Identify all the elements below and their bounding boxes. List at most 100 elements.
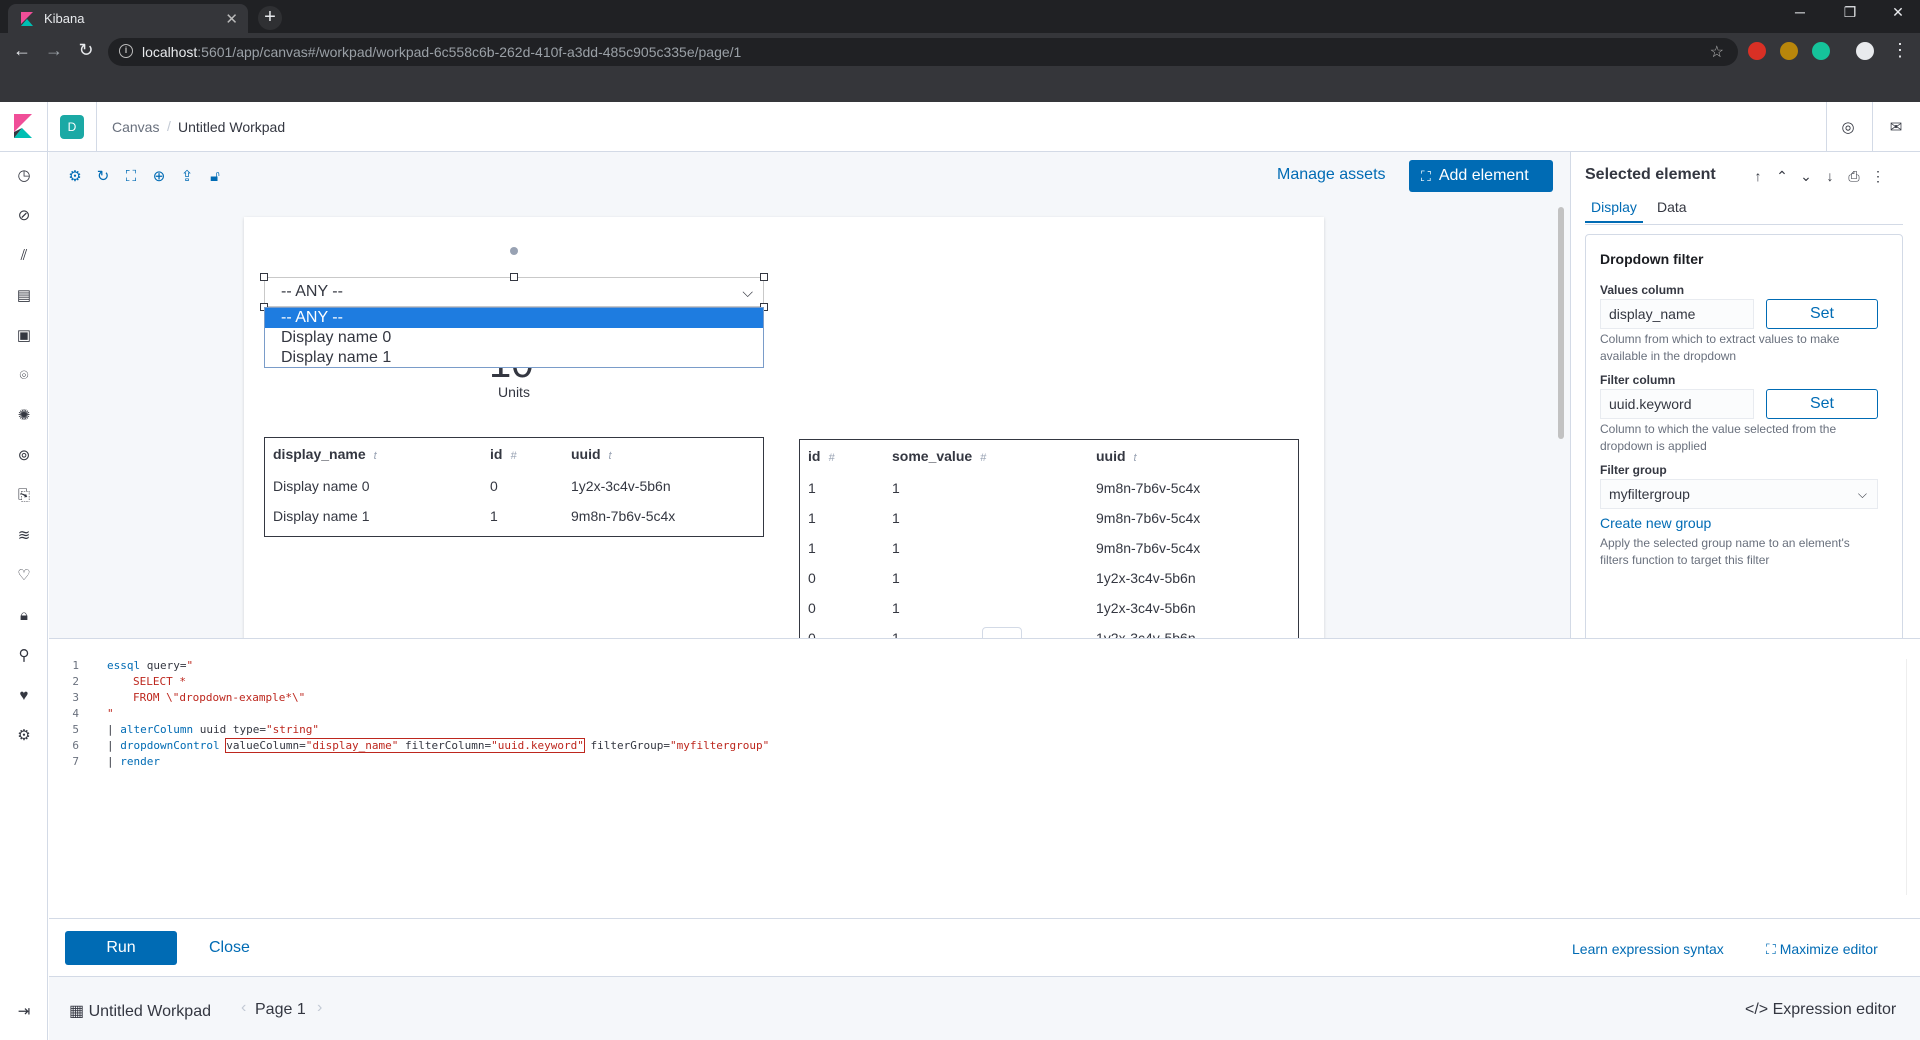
browser-tab[interactable]: Kibana ✕ <box>8 4 248 33</box>
discover-icon[interactable]: ⊘ <box>14 206 34 226</box>
browser-chrome: Kibana ✕ + ─ ❐ ✕ ← → ↻ i localhost:5601/… <box>0 0 1920 102</box>
workpad-pages-button[interactable]: ▦ Untitled Workpad <box>69 1001 211 1021</box>
refresh-icon[interactable]: ↻ <box>93 167 113 187</box>
rotation-handle[interactable] <box>510 247 518 255</box>
filter-group-label: Filter group <box>1600 463 1667 477</box>
table-cell: 0 <box>808 600 816 616</box>
monitoring-icon[interactable]: ♥ <box>14 686 34 706</box>
bring-to-front-icon[interactable]: ↑ <box>1751 168 1765 184</box>
recent-icon[interactable]: ◷ <box>14 166 34 186</box>
learn-syntax-link[interactable]: Learn expression syntax <box>1572 941 1724 957</box>
line-number: 7 <box>72 755 79 768</box>
extension-icon[interactable] <box>1780 42 1798 60</box>
table-header[interactable]: uuid t <box>571 446 612 462</box>
menu-dots-icon[interactable]: ⋮ <box>1888 40 1912 61</box>
resize-handle[interactable] <box>260 273 268 281</box>
table-cell: 9m8n-7b6v-5c4x <box>1096 510 1201 526</box>
restore-icon[interactable]: ❐ <box>1830 4 1870 21</box>
more-options-icon[interactable]: ⋮ <box>1871 168 1885 185</box>
siem-icon[interactable]: 🔒︎ <box>14 606 34 626</box>
settings-icon[interactable]: ⚙ <box>65 167 85 187</box>
visualize-icon[interactable]: ⫽ <box>14 246 34 266</box>
values-column-input[interactable]: display_name <box>1600 299 1754 329</box>
manage-assets-button[interactable]: Manage assets <box>1277 166 1386 184</box>
header-divider <box>96 102 97 152</box>
resize-handle[interactable] <box>510 273 518 281</box>
table-header[interactable]: display_name t <box>273 446 377 462</box>
share-icon[interactable]: ⇪ <box>177 167 197 187</box>
reload-icon[interactable]: ↻ <box>74 40 98 61</box>
logs-icon[interactable]: ⎘ <box>14 486 34 506</box>
expression-editor[interactable]: 1 essql query=" 2 SELECT * 3 FROM \"dropdow… <box>49 638 1920 918</box>
table-cell: 1y2x-3c4v-5b6n <box>1096 630 1196 638</box>
table-cell: 0 <box>808 630 816 638</box>
add-element-icon: ⛶ <box>1421 167 1431 184</box>
site-info-icon[interactable]: i <box>119 44 133 58</box>
extension-icon[interactable] <box>1748 42 1766 60</box>
previous-page-icon[interactable]: ‹ <box>241 999 246 1017</box>
next-page-icon[interactable]: › <box>317 999 322 1017</box>
editor-scrollbar[interactable] <box>1906 659 1920 895</box>
canvas-icon[interactable]: ▣ <box>14 326 34 346</box>
dropdown-option[interactable]: Display name 1 <box>265 348 763 368</box>
send-to-back-icon[interactable]: ↓ <box>1823 168 1837 184</box>
profile-icon[interactable] <box>1856 42 1874 60</box>
zoom-icon[interactable]: ⊕ <box>149 167 169 187</box>
table-cell: 1 <box>892 480 900 496</box>
table-header[interactable]: some_value # <box>892 448 986 464</box>
space-avatar[interactable]: D <box>60 115 84 139</box>
address-bar[interactable]: i localhost:5601/app/canvas#/workpad/wor… <box>108 38 1738 66</box>
back-icon[interactable]: ← <box>10 40 34 61</box>
forward-icon[interactable]: → <box>42 40 66 61</box>
table-header[interactable]: id # <box>808 448 835 464</box>
dropdown-option[interactable]: -- ANY -- <box>265 308 763 328</box>
filter-column-input[interactable]: uuid.keyword <box>1600 389 1754 419</box>
table-header[interactable]: uuid t <box>1096 448 1137 464</box>
collapse-editor-icon[interactable]: ⌵ <box>982 627 1022 638</box>
minimize-icon[interactable]: ─ <box>1780 4 1820 20</box>
newsfeed-icon[interactable]: ✉ <box>1887 118 1905 136</box>
url-path: :5601/app/canvas#/workpad/workpad-6c558c… <box>197 44 742 60</box>
apm-icon[interactable]: ≋ <box>14 526 34 546</box>
management-icon[interactable]: ⚙ <box>14 726 34 746</box>
dev-tools-icon[interactable]: ⚲ <box>14 646 34 666</box>
table-header[interactable]: id # <box>490 446 517 462</box>
values-column-set-button[interactable]: Set <box>1766 299 1878 329</box>
uptime-icon[interactable]: ♡ <box>14 566 34 586</box>
bring-forward-icon[interactable]: ⌃ <box>1775 168 1789 185</box>
dashboard-icon[interactable]: ▤ <box>14 286 34 306</box>
send-backward-icon[interactable]: ⌄ <box>1799 168 1813 185</box>
dropdown-filter[interactable]: -- ANY -- ⌵ <box>264 277 764 307</box>
collapse-nav-icon[interactable]: ⇥ <box>14 1002 34 1022</box>
create-new-group-link[interactable]: Create new group <box>1600 515 1711 531</box>
filter-column-set-button[interactable]: Set <box>1766 389 1878 419</box>
breadcrumb-canvas[interactable]: Canvas <box>112 119 159 135</box>
save-element-icon[interactable]: ⎙ <box>1847 168 1861 185</box>
maps-icon[interactable]: ⌾ <box>14 366 34 386</box>
run-button[interactable]: Run <box>65 931 177 965</box>
add-element-button[interactable]: ⛶ Add element <box>1409 160 1553 192</box>
resize-handle[interactable] <box>760 273 768 281</box>
ml-icon[interactable]: ✺ <box>14 406 34 426</box>
grammarly-icon[interactable] <box>1812 42 1830 60</box>
filter-group-select[interactable]: myfiltergroup ⌵ <box>1600 479 1878 509</box>
tab-display[interactable]: Display <box>1585 199 1643 223</box>
canvas-scrollbar[interactable] <box>1558 207 1564 439</box>
lock-icon[interactable]: 🔓︎ <box>205 167 225 187</box>
fullscreen-icon[interactable]: ⛶ <box>121 167 141 187</box>
code-token: valueColumn= <box>226 739 306 752</box>
table-cell: 9m8n-7b6v-5c4x <box>571 508 676 524</box>
maximize-editor-button[interactable]: ⛶ Maximize editor <box>1766 941 1878 958</box>
tab-close-icon[interactable]: ✕ <box>225 10 238 28</box>
tab-data[interactable]: Data <box>1657 199 1687 215</box>
kibana-logo-icon[interactable] <box>12 114 34 138</box>
window-close-icon[interactable]: ✕ <box>1878 4 1918 21</box>
bookmark-star-icon[interactable]: ☆ <box>1710 42 1724 62</box>
expression-editor-toggle[interactable]: </> Expression editor <box>1745 1001 1896 1019</box>
dropdown-option[interactable]: Display name 0 <box>265 328 763 348</box>
close-button[interactable]: Close <box>209 939 250 957</box>
new-tab-icon[interactable]: + <box>258 6 282 30</box>
expression-editor-label: Expression editor <box>1772 1001 1897 1018</box>
infrastructure-icon[interactable]: ⊚ <box>14 446 34 466</box>
help-icon[interactable]: ◎ <box>1839 118 1857 136</box>
